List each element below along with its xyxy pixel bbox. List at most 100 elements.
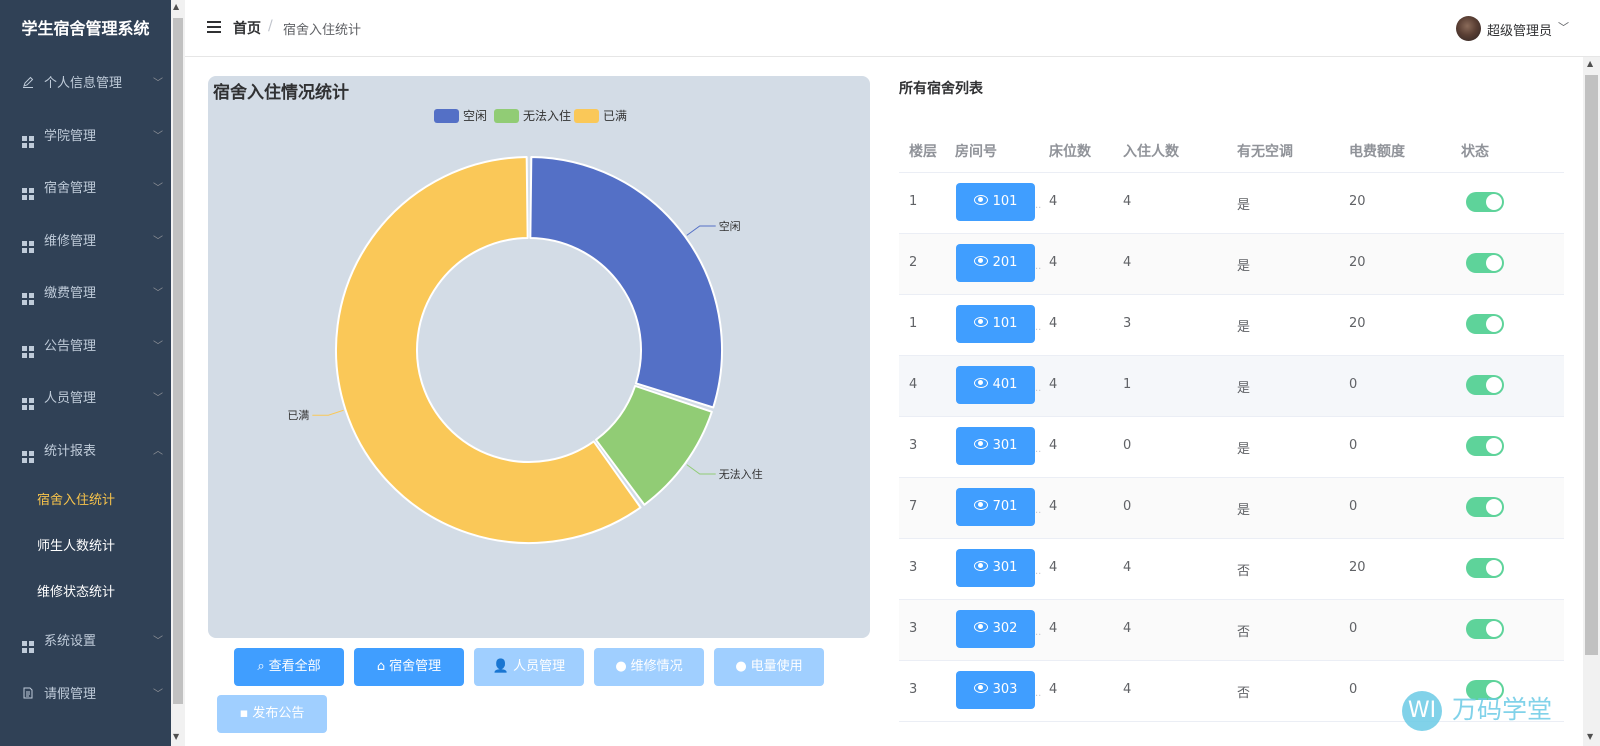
sidebar-item[interactable]: 公告管理 ﹀ — [0, 321, 171, 374]
action-button[interactable]: ▪ 发布公告 — [217, 695, 327, 733]
status-switch[interactable] — [1466, 436, 1504, 456]
switch-knob — [1486, 316, 1502, 332]
action-button[interactable]: ⌕ 查看全部 — [234, 648, 344, 686]
table-row[interactable]: 3 301.. 4 4 否 20 — [899, 539, 1564, 600]
action-button[interactable]: ● 电量使用 — [714, 648, 824, 686]
room-number: 101 — [992, 194, 1018, 209]
column-header[interactable]: 电费额度 — [1349, 141, 1405, 161]
table-row[interactable]: 3 301.. 4 0 是 0 — [899, 417, 1564, 478]
sidebar-item[interactable]: 维修管理 ﹀ — [0, 216, 171, 269]
sidebar-scrollbar-thumb[interactable] — [173, 18, 183, 704]
status-switch[interactable] — [1466, 375, 1504, 395]
sidebar-item[interactable]: 系统设置 ﹀ — [0, 616, 171, 669]
view-room-button[interactable]: 302 — [956, 610, 1035, 648]
column-header[interactable]: 入住人数 — [1123, 141, 1179, 161]
sidebar-item[interactable]: 个人信息管理 ﹀ — [0, 58, 171, 111]
status-switch[interactable] — [1466, 253, 1504, 273]
donut-chart: 空闲无法入住 已满 — [287, 156, 763, 544]
slice-label: 无法入住 — [719, 467, 763, 481]
sidebar-scrollbar[interactable]: ▲ ▼ — [171, 0, 185, 746]
sidebar-item-label: 系统设置 — [44, 634, 97, 649]
top-header: 首页 / 宿舍入住统计 超级管理员 ﹀ — [185, 0, 1600, 57]
table-row[interactable]: 4 401.. 4 1 是 0 — [899, 356, 1564, 417]
chevron-down-icon: ﹀ — [153, 130, 163, 142]
chevron-down-icon: ﹀ — [153, 393, 163, 404]
column-header[interactable]: 有无空调 — [1237, 141, 1293, 161]
view-room-button[interactable]: 301 — [956, 549, 1035, 587]
scroll-up-icon[interactable]: ▲ — [173, 2, 179, 11]
view-room-button[interactable]: 201 — [956, 244, 1035, 282]
cell-occupants: 4 — [1123, 255, 1132, 270]
edit-icon — [23, 76, 34, 88]
sidebar-subitem[interactable]: 维修状态统计 — [0, 570, 171, 616]
table-row[interactable]: 1 101.. 4 3 是 20 — [899, 295, 1564, 356]
user-name[interactable]: 超级管理员 — [1487, 20, 1552, 39]
donut-slice[interactable] — [529, 156, 723, 409]
main-scrollbar-thumb[interactable] — [1585, 75, 1598, 655]
ellipsis-icon: .. — [1035, 505, 1042, 516]
cell-beds: 4 — [1049, 438, 1058, 453]
cell-occupants: 0 — [1123, 438, 1132, 453]
sidebar-item[interactable]: 宿舍管理 ﹀ — [0, 163, 171, 216]
chevron-down-icon: ﹀ — [153, 235, 163, 247]
scroll-down-icon[interactable]: ▼ — [1587, 732, 1593, 741]
breadcrumb-home[interactable]: 首页 — [233, 18, 261, 38]
status-switch[interactable] — [1466, 314, 1504, 334]
action-button[interactable]: 👤 人员管理 — [474, 648, 584, 686]
cell-floor: 3 — [909, 682, 918, 697]
main-scrollbar[interactable]: ▲ ▼ — [1583, 57, 1600, 746]
action-button-label: 人员管理 — [513, 659, 566, 674]
sidebar-subitem[interactable]: 师生人数统计 — [0, 524, 171, 570]
table-row[interactable]: 2 201.. 4 4 是 20 — [899, 234, 1564, 295]
view-room-button[interactable]: 101 — [956, 305, 1035, 343]
scroll-down-icon[interactable]: ▼ — [173, 732, 179, 741]
cell-quota: 0 — [1349, 621, 1358, 636]
label-line — [686, 225, 716, 236]
view-room-button[interactable]: 101 — [956, 183, 1035, 221]
sidebar-item[interactable]: 人员管理 ﹀ — [0, 373, 171, 426]
sidebar-item[interactable]: 请假管理 ﹀ — [0, 669, 171, 722]
sidebar-item[interactable]: 学院管理 ﹀ — [0, 111, 171, 164]
status-switch[interactable] — [1466, 619, 1504, 639]
status-switch[interactable] — [1466, 192, 1504, 212]
hamburger-icon[interactable] — [207, 21, 221, 33]
sidebar-subitem-label: 维修状态统计 — [37, 585, 116, 600]
cell-floor: 3 — [909, 438, 918, 453]
room-number: 201 — [992, 255, 1018, 270]
cell-occupants: 3 — [1123, 316, 1132, 331]
action-button[interactable]: ● 维修情况 — [594, 648, 704, 686]
ellipsis-icon: .. — [1035, 566, 1042, 577]
column-header[interactable]: 状态 — [1461, 141, 1489, 161]
view-room-button[interactable]: 301 — [956, 427, 1035, 465]
column-header[interactable]: 楼层 — [909, 141, 937, 161]
table-row[interactable]: 7 701.. 4 0 是 0 — [899, 478, 1564, 539]
status-switch[interactable] — [1466, 497, 1504, 517]
ellipsis-icon: .. — [1035, 688, 1042, 699]
view-room-button[interactable]: 701 — [956, 488, 1035, 526]
view-room-button[interactable]: 303 — [956, 671, 1035, 709]
column-header[interactable]: 房间号 — [955, 141, 997, 161]
chevron-down-icon[interactable]: ﹀ — [1558, 19, 1569, 35]
scroll-up-icon[interactable]: ▲ — [1587, 59, 1593, 68]
room-number: 401 — [992, 377, 1018, 392]
sidebar-item[interactable]: 缴费管理 ﹀ — [0, 268, 171, 321]
sidebar-item-label: 人员管理 — [44, 391, 97, 406]
eye-icon — [973, 378, 988, 388]
cell-ac: 是 — [1237, 320, 1251, 335]
avatar[interactable] — [1456, 16, 1481, 41]
table-row[interactable]: 3 302.. 4 4 否 0 — [899, 600, 1564, 661]
sidebar-item[interactable]: 统计报表 ︿ — [0, 426, 171, 479]
cell-quota: 0 — [1349, 499, 1358, 514]
eye-icon — [973, 561, 988, 571]
view-room-button[interactable]: 401 — [956, 366, 1035, 404]
room-number: 303 — [992, 682, 1018, 697]
table-row[interactable]: 1 101.. 4 4 是 20 — [899, 173, 1564, 234]
cell-occupants: 0 — [1123, 499, 1132, 514]
sidebar-item-label: 维修管理 — [44, 233, 97, 249]
cell-ac: 是 — [1237, 381, 1251, 396]
sidebar-subitem[interactable]: 宿舍入住统计 — [0, 478, 171, 524]
column-header[interactable]: 床位数 — [1049, 141, 1091, 161]
action-button[interactable]: ⌂ 宿舍管理 — [354, 648, 464, 686]
sidebar-item-label: 宿舍管理 — [44, 181, 97, 196]
status-switch[interactable] — [1466, 558, 1504, 578]
